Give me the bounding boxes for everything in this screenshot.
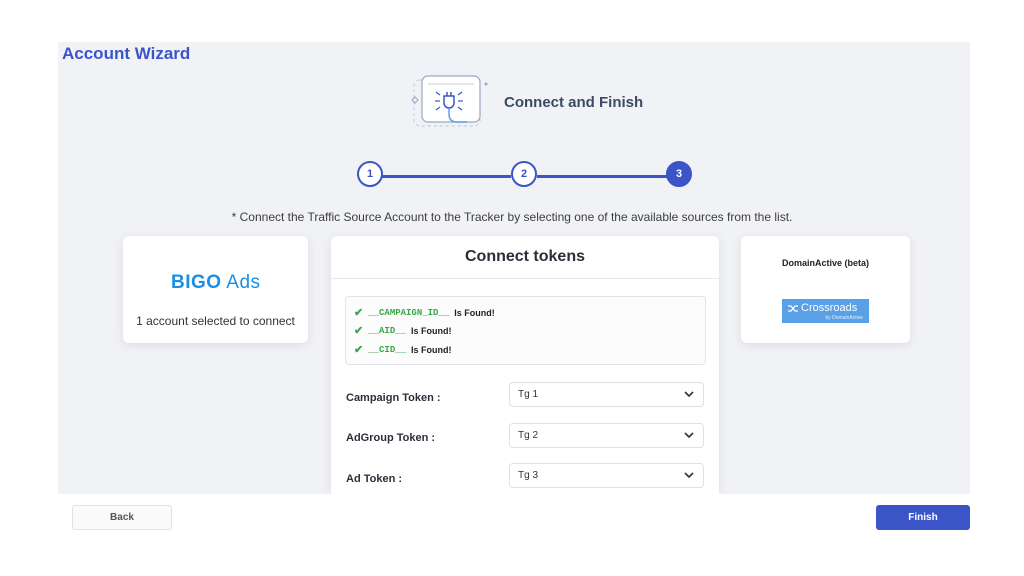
found-row: ✔ __CID__ Is Found! xyxy=(354,343,452,356)
step-heading: Connect and Finish xyxy=(504,94,644,111)
accounts-selected-text: 1 account selected to connect xyxy=(136,314,295,328)
finish-button[interactable]: Finish xyxy=(876,505,970,530)
found-status: Is Found! xyxy=(411,325,452,336)
found-row: ✔ __AID__ Is Found! xyxy=(354,324,452,337)
back-button[interactable]: Back xyxy=(72,505,172,530)
campaign-token-select[interactable]: Tg 1 xyxy=(509,382,704,407)
tracker-card[interactable]: DomainActive (beta) Crossroads by Domain… xyxy=(741,236,910,343)
found-status: Is Found! xyxy=(411,344,452,355)
tracker-title: DomainActive (beta) xyxy=(781,258,870,268)
ad-token-value: Tg 3 xyxy=(518,470,539,481)
adgroup-token-select[interactable]: Tg 2 xyxy=(509,423,704,448)
token-code: __CAMPAIGN_ID__ xyxy=(368,307,450,318)
stepper-line-2 xyxy=(537,175,667,178)
campaign-token-label: Campaign Token : xyxy=(346,392,441,404)
step-1[interactable]: 1 xyxy=(357,161,383,187)
token-code: __AID__ xyxy=(368,325,407,336)
ad-token-select[interactable]: Tg 3 xyxy=(509,463,704,488)
ad-token-label: Ad Token : xyxy=(346,473,403,485)
crossroads-text: Crossroads xyxy=(801,302,858,314)
step-2[interactable]: 2 xyxy=(511,161,537,187)
campaign-token-value: Tg 1 xyxy=(518,389,539,400)
connect-tokens-card: Connect tokens ✔ __CAMPAIGN_ID__ Is Foun… xyxy=(331,236,719,494)
found-row: ✔ __CAMPAIGN_ID__ Is Found! xyxy=(354,306,495,319)
found-status: Is Found! xyxy=(454,307,495,318)
check-icon: ✔ xyxy=(354,325,364,337)
adgroup-token-label: AdGroup Token : xyxy=(346,432,436,444)
bigo-ads-logo: BIGO Ads xyxy=(171,272,261,294)
chevron-down-icon xyxy=(684,432,694,439)
connect-tokens-title: Connect tokens xyxy=(464,248,585,265)
stepper-line-1 xyxy=(381,175,511,178)
token-code: __CID__ xyxy=(368,344,407,355)
shuffle-icon xyxy=(788,304,798,312)
check-icon: ✔ xyxy=(354,344,364,356)
divider xyxy=(331,278,719,279)
crossroads-logo-main: Crossroads xyxy=(788,302,857,314)
wizard-footer xyxy=(58,494,970,532)
plug-connect-icon xyxy=(408,70,492,136)
crossroads-subtext: by DomainActive xyxy=(825,315,863,321)
adgroup-token-value: Tg 2 xyxy=(518,430,539,441)
step-3[interactable]: 3 xyxy=(666,161,692,187)
instruction-text: * Connect the Traffic Source Account to … xyxy=(231,210,793,224)
page-title: Account Wizard xyxy=(62,44,191,63)
check-icon: ✔ xyxy=(354,307,364,319)
bigo-logo-light: Ads xyxy=(221,272,261,293)
wizard-stepper: 1 2 3 xyxy=(355,161,697,193)
bigo-logo-bold: BIGO xyxy=(171,272,222,293)
traffic-source-card[interactable]: BIGO Ads 1 account selected to connect xyxy=(123,236,308,343)
chevron-down-icon xyxy=(684,472,694,479)
crossroads-logo: Crossroads by DomainActive xyxy=(782,299,869,323)
chevron-down-icon xyxy=(684,391,694,398)
found-tokens-box: ✔ __CAMPAIGN_ID__ Is Found! ✔ __AID__ Is… xyxy=(345,296,706,365)
